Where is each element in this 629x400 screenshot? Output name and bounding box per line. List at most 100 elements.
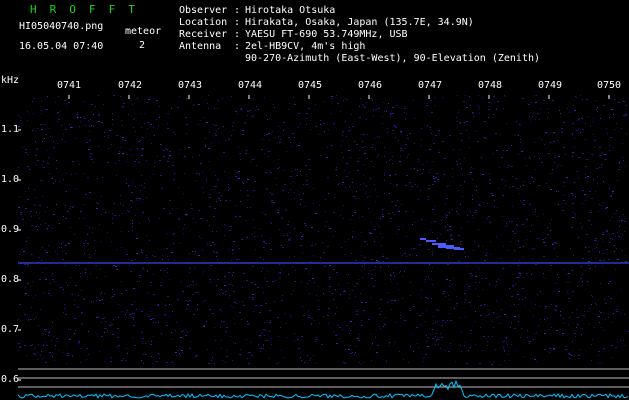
noise-pixel bbox=[126, 290, 127, 291]
noise-pixel bbox=[242, 301, 243, 302]
noise-pixel bbox=[348, 239, 349, 240]
noise-pixel bbox=[466, 121, 468, 122]
noise-pixel bbox=[483, 336, 485, 337]
noise-pixel bbox=[387, 302, 388, 303]
noise-pixel bbox=[597, 111, 598, 112]
noise-pixel bbox=[341, 145, 342, 146]
noise-pixel bbox=[55, 251, 56, 252]
noise-pixel bbox=[25, 287, 26, 288]
noise-pixel bbox=[435, 177, 437, 178]
noise-pixel bbox=[50, 283, 51, 284]
noise-pixel bbox=[34, 348, 35, 349]
noise-pixel bbox=[171, 252, 173, 253]
noise-pixel bbox=[623, 115, 625, 116]
noise-pixel bbox=[221, 348, 222, 349]
noise-pixel bbox=[336, 95, 337, 96]
noise-pixel bbox=[195, 268, 196, 269]
noise-pixel bbox=[61, 247, 62, 248]
noise-pixel bbox=[535, 169, 536, 170]
noise-pixel bbox=[94, 240, 95, 241]
noise-pixel bbox=[28, 113, 29, 114]
noise-pixel bbox=[287, 235, 288, 236]
noise-pixel bbox=[185, 117, 187, 118]
noise-pixel bbox=[209, 197, 211, 198]
noise-pixel bbox=[101, 122, 103, 123]
noise-pixel bbox=[608, 317, 609, 318]
noise-pixel bbox=[575, 197, 576, 198]
noise-pixel bbox=[573, 255, 574, 256]
noise-pixel bbox=[224, 224, 225, 225]
noise-pixel bbox=[514, 304, 515, 305]
noise-pixel bbox=[428, 199, 429, 200]
noise-pixel bbox=[391, 201, 393, 202]
noise-pixel bbox=[320, 120, 321, 121]
freq-tick: 0.7 bbox=[1, 324, 20, 335]
noise-pixel bbox=[59, 350, 60, 351]
noise-pixel bbox=[445, 296, 446, 297]
noise-pixel bbox=[25, 149, 27, 150]
noise-pixel bbox=[260, 351, 261, 352]
noise-pixel bbox=[618, 169, 620, 170]
noise-pixel bbox=[569, 317, 570, 318]
noise-pixel bbox=[202, 250, 203, 251]
noise-pixel bbox=[590, 212, 592, 213]
noise-pixel bbox=[169, 155, 171, 156]
noise-pixel bbox=[263, 247, 265, 248]
noise-pixel bbox=[398, 289, 399, 290]
noise-pixel bbox=[130, 149, 131, 150]
noise-pixel bbox=[45, 329, 47, 330]
noise-pixel bbox=[557, 140, 558, 141]
time-tick: 0744 bbox=[238, 80, 263, 91]
noise-pixel bbox=[78, 295, 79, 296]
noise-pixel bbox=[257, 287, 259, 288]
noise-pixel bbox=[253, 190, 255, 191]
noise-pixel bbox=[313, 355, 314, 356]
noise-pixel bbox=[255, 110, 256, 111]
noise-pixel bbox=[511, 296, 513, 297]
noise-pixel bbox=[35, 226, 36, 227]
noise-pixel bbox=[396, 184, 398, 185]
noise-pixel bbox=[386, 362, 387, 363]
noise-pixel bbox=[288, 137, 290, 138]
noise-pixel bbox=[524, 356, 525, 357]
noise-pixel bbox=[602, 152, 603, 153]
noise-pixel bbox=[439, 150, 440, 151]
noise-pixel bbox=[323, 293, 324, 294]
noise-pixel bbox=[128, 114, 129, 115]
noise-pixel bbox=[541, 139, 542, 140]
noise-pixel bbox=[530, 183, 531, 184]
noise-pixel bbox=[22, 219, 24, 220]
noise-pixel bbox=[168, 158, 169, 159]
noise-pixel bbox=[538, 153, 539, 154]
noise-pixel bbox=[228, 190, 229, 191]
noise-pixel bbox=[104, 332, 105, 333]
noise-pixel bbox=[89, 192, 90, 193]
noise-pixel bbox=[595, 191, 596, 192]
noise-pixel bbox=[266, 115, 267, 116]
noise-pixel bbox=[377, 156, 378, 157]
noise-pixel bbox=[421, 219, 422, 220]
noise-pixel bbox=[412, 334, 413, 335]
noise-pixel bbox=[80, 121, 81, 122]
noise-pixel bbox=[27, 166, 29, 167]
noise-pixel bbox=[294, 333, 295, 334]
location-key: Location bbox=[179, 17, 228, 28]
noise-pixel bbox=[168, 113, 169, 114]
noise-pixel bbox=[593, 179, 594, 180]
noise-pixel bbox=[143, 363, 144, 364]
noise-pixel bbox=[65, 245, 67, 246]
noise-pixel bbox=[105, 212, 106, 213]
noise-pixel bbox=[380, 218, 381, 219]
noise-pixel bbox=[80, 273, 81, 274]
noise-pixel bbox=[81, 323, 82, 324]
noise-pixel bbox=[402, 150, 403, 151]
noise-pixel bbox=[577, 324, 579, 325]
noise-pixel bbox=[34, 189, 35, 190]
noise-pixel bbox=[436, 173, 438, 174]
noise-pixel bbox=[583, 153, 584, 154]
noise-pixel bbox=[239, 248, 240, 249]
noise-pixel bbox=[49, 173, 50, 174]
noise-pixel bbox=[39, 279, 41, 280]
noise-pixel bbox=[603, 253, 604, 254]
noise-pixel bbox=[419, 244, 421, 245]
